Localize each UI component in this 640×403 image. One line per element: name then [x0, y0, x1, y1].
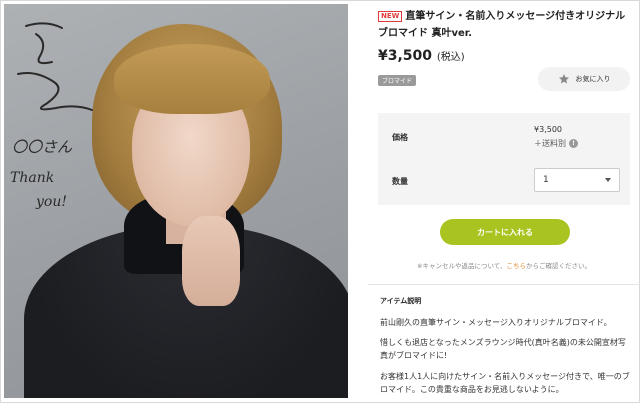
description-paragraph-1: 前山剛久の直筆サイン・メッセージ入りオリジナルブロマイド。 — [380, 318, 612, 327]
add-to-cart-button[interactable]: カートに入れる — [440, 219, 570, 245]
cancellation-link[interactable]: こちら — [506, 262, 526, 270]
section-divider — [368, 284, 640, 285]
spec-price-value: ¥3,500 — [534, 125, 562, 134]
quantity-value: 1 — [543, 175, 549, 185]
product-price: ¥3,500 (税込) — [378, 48, 465, 64]
add-to-cart-label: カートに入れる — [477, 227, 533, 237]
product-title-block: NEW 直筆サイン・名前入りメッセージ付きオリジナルブロマイド 真叶ver. — [378, 8, 630, 42]
note-prefix: ※キャンセルや返品について、 — [417, 262, 507, 270]
info-icon[interactable]: ! — [569, 139, 578, 148]
product-title-text: 直筆サイン・名前入りメッセージ付きオリジナルブロマイド 真叶ver. — [378, 11, 626, 39]
handwritten-signature: 〇〇さん Thank you! — [10, 22, 93, 210]
product-photo[interactable]: 〇〇さん Thank you! — [4, 4, 348, 398]
favorite-button[interactable]: お気に入り — [538, 67, 630, 91]
signature-name: 〇〇さん — [12, 138, 73, 156]
quantity-select[interactable]: 1 — [534, 168, 620, 192]
shipping-note: ＋送料別 ! — [534, 138, 578, 149]
cancellation-note: ※キャンセルや返品について、こちらからご確認ください。 — [378, 260, 630, 270]
category-tag[interactable]: ブロマイド — [378, 75, 417, 86]
star-icon — [558, 74, 569, 84]
description-heading: アイテム説明 — [380, 297, 422, 305]
purchase-options: 価格 ¥3,500 ＋送料別 ! 数量 1 — [378, 113, 630, 205]
photo-fringe — [114, 44, 270, 114]
signature-you: you! — [35, 194, 67, 210]
quantity-label: 数量 — [392, 177, 408, 186]
price-value: ¥3,500 — [378, 48, 433, 64]
new-badge: NEW — [378, 11, 403, 22]
note-suffix: からご確認ください。 — [525, 262, 591, 270]
signature-thank: Thank — [10, 170, 54, 186]
chevron-down-icon — [605, 178, 611, 182]
description-paragraph-2: 惜しくも退店となったメンズラウンジ時代(真叶名義)の未公開宣材写真がブロマイドに… — [380, 338, 626, 360]
product-title: NEW 直筆サイン・名前入りメッセージ付きオリジナルブロマイド 真叶ver. — [378, 8, 630, 42]
description-paragraph-3: お客様1人1人に向けたサイン・名前入りメッセージ付きで、唯一のブロマイド。この貴… — [380, 372, 630, 394]
shipping-text: ＋送料別 — [534, 139, 566, 148]
category-tag-label: ブロマイド — [382, 78, 413, 85]
photo-hand — [182, 216, 240, 306]
tax-note: (税込) — [436, 52, 465, 63]
price-label: 価格 — [392, 133, 408, 142]
favorite-label: お気に入り — [575, 75, 611, 83]
